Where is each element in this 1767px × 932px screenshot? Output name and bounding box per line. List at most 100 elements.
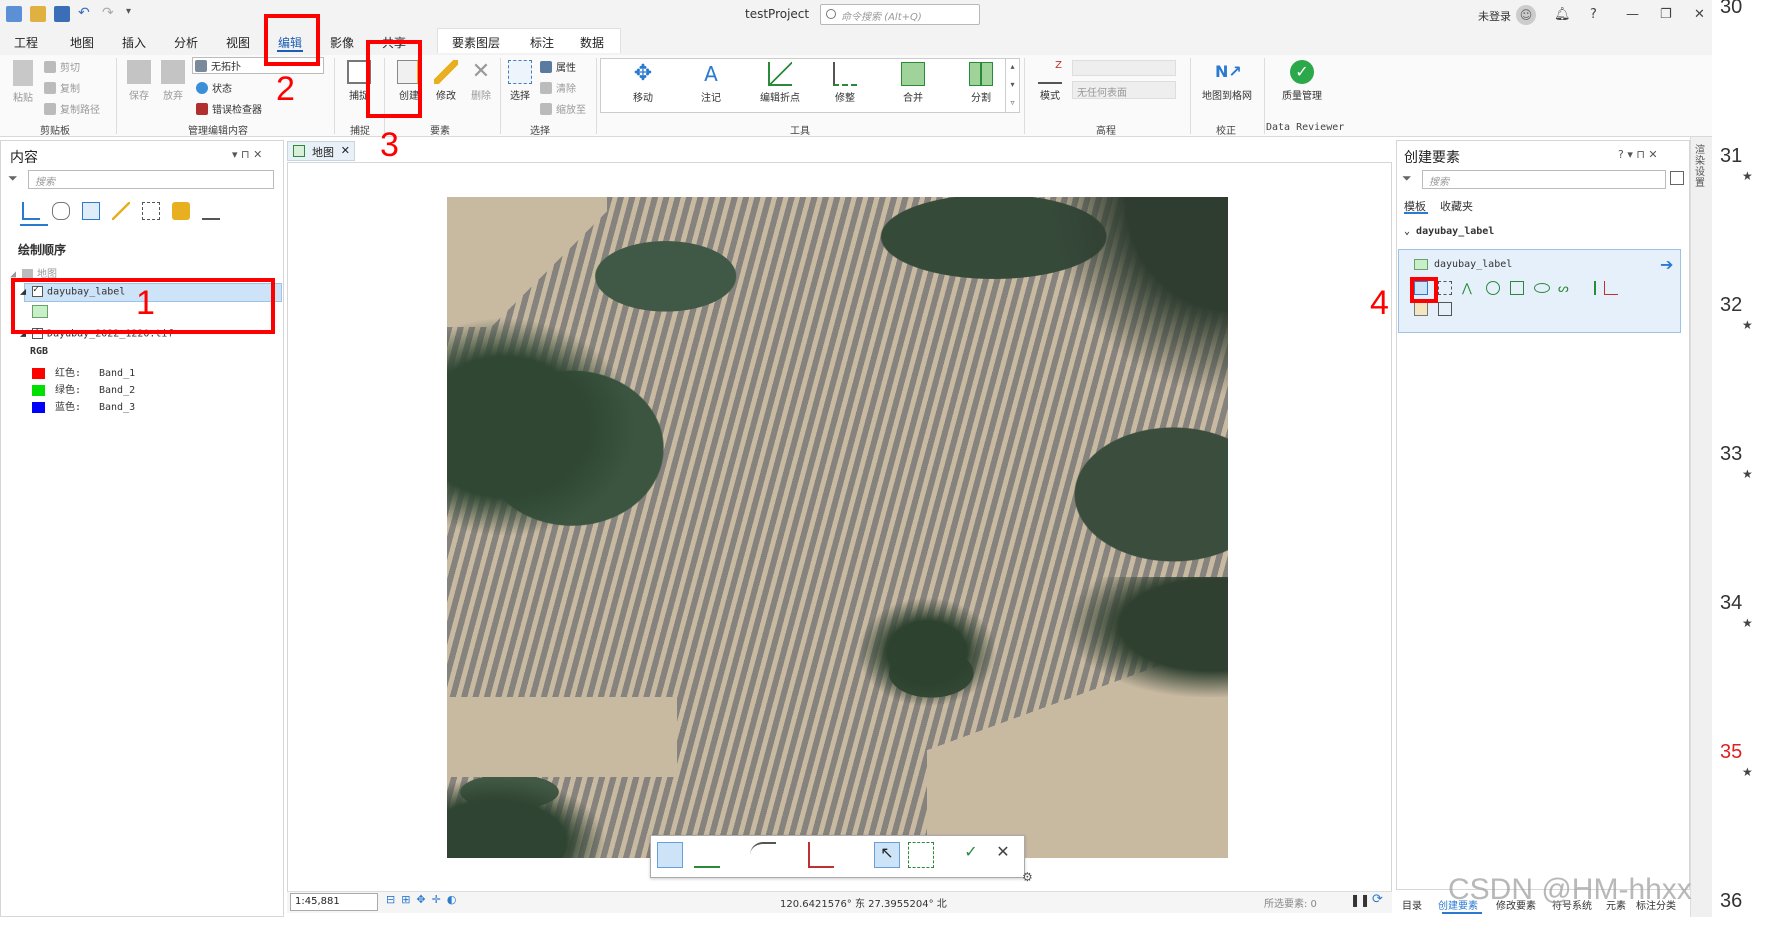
data-source-icon[interactable] (52, 202, 70, 220)
status-icon (196, 81, 208, 94)
map-document-tab[interactable]: 地图 ✕ (287, 141, 355, 161)
finish-sketch-icon[interactable]: ✓ (958, 842, 984, 868)
arc-tool-icon[interactable] (750, 842, 776, 868)
line-tool-icon[interactable] (694, 842, 720, 868)
avatar[interactable]: ☺ (1516, 5, 1536, 25)
template-group[interactable]: ⌄ dayubay_label (1404, 226, 1494, 237)
polygon-tool-icon[interactable] (657, 842, 683, 868)
clear-selection-button[interactable]: 清除 (540, 80, 576, 95)
copy-button[interactable]: 复制 (44, 80, 80, 95)
discard-edits-button[interactable]: 放弃 (158, 60, 188, 102)
right-angle-polygon-icon[interactable]: ⋀ (1462, 281, 1476, 295)
tab-view[interactable]: 视图 (226, 34, 250, 51)
tab-imagery[interactable]: 影像 (330, 34, 354, 51)
save-edits-button[interactable]: 保存 (124, 60, 154, 102)
tab-feature-layer[interactable]: 要素图层 (452, 34, 500, 51)
filter-icon[interactable]: ⏷ (1402, 171, 1412, 186)
status-button[interactable]: 状态 (196, 80, 232, 95)
tool-annotate[interactable]: A 注记 (686, 62, 736, 104)
copy-path-button[interactable]: 复制路径 (44, 101, 100, 116)
grid-tool-icon[interactable] (1438, 302, 1452, 316)
arrow-right-icon[interactable]: ➔ (1660, 255, 1673, 274)
filter-icon[interactable]: ⏷ (8, 171, 18, 186)
tab-labeling[interactable]: 标注 (530, 34, 554, 51)
charts-view-icon[interactable] (202, 202, 220, 220)
open-icon[interactable] (30, 6, 46, 22)
redo-icon[interactable]: ↷ (102, 6, 118, 22)
customize-qat-icon[interactable]: ▾ (126, 6, 142, 22)
refresh-icon[interactable]: ⟳ (1372, 892, 1383, 907)
selection-view-icon[interactable] (82, 202, 100, 220)
circle-tool-icon[interactable] (1486, 281, 1500, 295)
tool-move[interactable]: ✥ 移动 (618, 62, 668, 105)
toolbar-settings-icon[interactable]: ⚙ (1022, 870, 1033, 884)
save-icon[interactable] (54, 6, 70, 22)
cut-button[interactable]: 剪切 (44, 59, 80, 74)
minimize-icon[interactable]: — (1626, 7, 1639, 22)
side-tab-render[interactable]: 渲染设置 (1695, 145, 1707, 189)
pause-icon[interactable]: ❚❚ (1350, 893, 1370, 907)
tab-analysis[interactable]: 分析 (174, 34, 198, 51)
square-tool-icon[interactable] (1510, 281, 1524, 295)
paste-button[interactable]: 粘贴 (8, 60, 38, 104)
red-swatch (32, 367, 45, 379)
zoom-to-selection-button[interactable]: 缩放至 (540, 101, 586, 116)
command-search-input[interactable]: 命令搜索 (Alt+Q) (820, 4, 980, 25)
trace-tool-icon[interactable] (1604, 281, 1618, 295)
tool-edit-vertices[interactable]: 编辑折点 (750, 62, 810, 104)
document-margin (1712, 0, 1767, 932)
autocomplete-tool-icon[interactable] (1582, 281, 1596, 295)
create-features-title: 创建要素 (1404, 150, 1460, 166)
tab-data[interactable]: 数据 (580, 34, 604, 51)
login-status[interactable]: 未登录 (1478, 8, 1511, 24)
tool-split[interactable]: 分割 (956, 62, 1006, 104)
attributes-button[interactable]: 属性 (540, 59, 576, 74)
split-tool-icon[interactable] (1414, 302, 1428, 316)
drawing-order-icon[interactable] (22, 202, 40, 220)
tab-map[interactable]: 地图 (70, 34, 94, 51)
rectangle-tool-icon[interactable] (1438, 281, 1452, 295)
satellite-image[interactable] (447, 197, 1228, 858)
delete-features-button[interactable]: ✕ 删除 (464, 60, 498, 103)
map-to-grid-button[interactable]: N↗ 地图到格网 (1196, 60, 1258, 102)
tool-merge[interactable]: 合并 (888, 62, 938, 104)
restore-icon[interactable]: ❐ (1660, 7, 1672, 22)
new-project-icon[interactable] (6, 6, 22, 22)
bell-icon[interactable]: 🔔︎ (1554, 7, 1571, 22)
snapping-view-icon[interactable] (142, 202, 160, 220)
elevation-mode-button[interactable]: Z 模式 (1030, 60, 1070, 102)
manage-templates-icon[interactable] (1670, 171, 1684, 185)
select-arrow-icon[interactable]: ↖ (874, 842, 900, 868)
select-vertices-icon[interactable] (908, 842, 934, 868)
close-window-icon[interactable]: ✕ (1694, 7, 1705, 22)
close-map-tab-icon[interactable]: ✕ (341, 144, 350, 157)
pane-options-icon[interactable]: ? ▾ ⊓ ✕ (1618, 148, 1658, 161)
nav-tools-icon[interactable]: ⊟⊞✥✛◐ (386, 893, 462, 906)
tab-insert[interactable]: 插入 (122, 34, 146, 51)
gallery-scroll[interactable]: ▴ ▾ ▿ (1005, 58, 1019, 113)
select-button[interactable]: 选择 (504, 60, 536, 102)
templates-search-input[interactable]: 搜索 (1422, 170, 1666, 189)
right-angle-tool-icon[interactable] (808, 842, 834, 868)
delete-sketch-icon[interactable]: ✕ (990, 842, 1016, 868)
quality-management-button[interactable]: ✓ 质量管理 (1270, 60, 1334, 102)
reviewer-group-label: Data Reviewer (1266, 122, 1345, 133)
ellipse-tool-icon[interactable] (1534, 283, 1550, 293)
tool-reshape[interactable]: 修整 (820, 62, 870, 104)
tab-project[interactable]: 工程 (14, 34, 38, 51)
editing-view-icon[interactable] (112, 202, 130, 220)
scale-select[interactable]: 1:45,881 (290, 893, 378, 911)
help-icon[interactable]: ? (1590, 7, 1597, 22)
labeling-view-icon[interactable] (172, 202, 190, 220)
pane-options-icon[interactable]: ▾ ⊓ ✕ (232, 148, 262, 161)
tab-catalog[interactable]: 目录 (1402, 897, 1422, 912)
tab-favorites[interactable]: 收藏夹 (1440, 198, 1473, 214)
undo-icon[interactable]: ↶ (78, 6, 94, 22)
elevation-surface-select[interactable]: 无任何表面 (1072, 81, 1176, 99)
elevation-surface-select-top (1072, 60, 1176, 76)
modify-features-button[interactable]: 修改 (428, 60, 464, 102)
error-inspector-button[interactable]: 错误检查器 (196, 101, 262, 116)
freehand-tool-icon[interactable]: ᔕ (1558, 281, 1572, 295)
contents-search-input[interactable]: 搜索 (28, 170, 274, 189)
drawing-order-heading: 绘制顺序 (18, 243, 67, 257)
